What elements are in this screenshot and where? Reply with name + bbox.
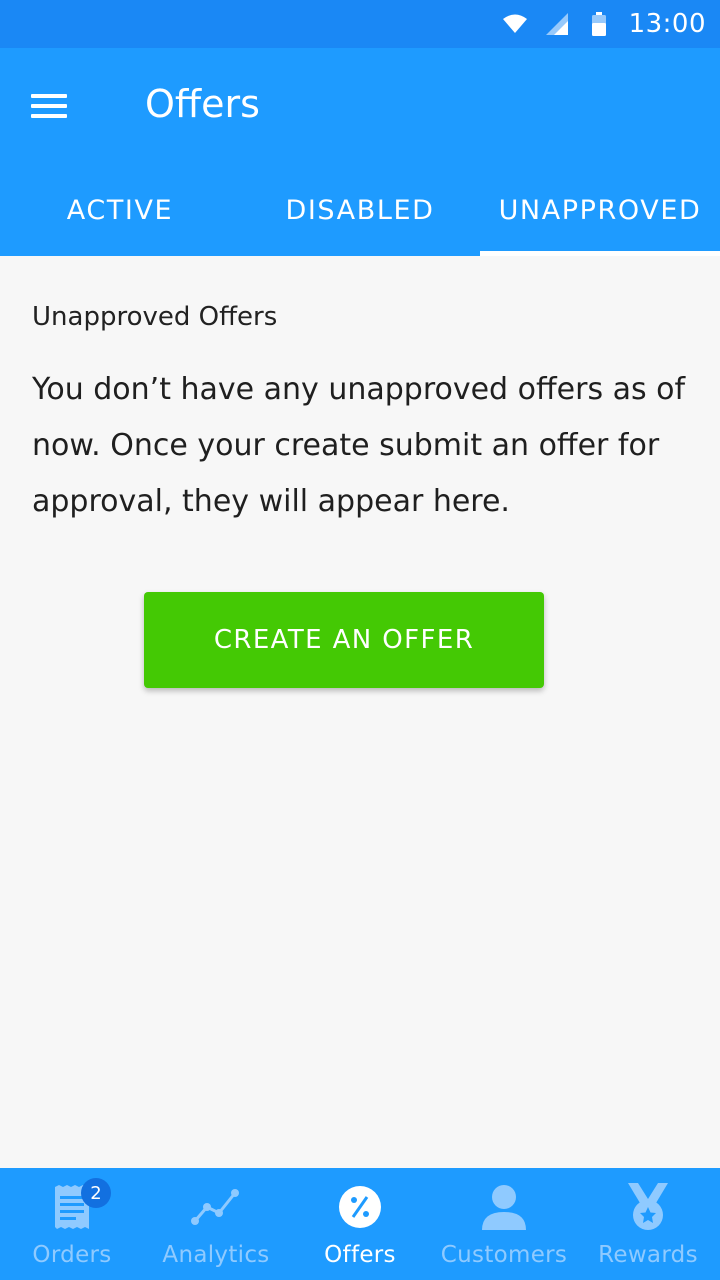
empty-state-message: You don’t have any unapproved offers as …: [32, 372, 686, 519]
battery-icon: [587, 12, 611, 36]
nav-label-rewards: Rewards: [598, 1242, 698, 1268]
nav-label-analytics: Analytics: [162, 1242, 270, 1268]
nav-item-analytics[interactable]: Analytics: [144, 1168, 288, 1280]
status-bar: 13:00: [0, 0, 720, 48]
cellular-signal-icon: [545, 12, 569, 36]
nav-item-orders[interactable]: 2 Orders: [0, 1168, 144, 1280]
nav-label-offers: Offers: [324, 1242, 396, 1268]
tab-bar: ACTIVE DISABLED UNAPPROVED: [0, 164, 720, 256]
person-icon: [479, 1182, 529, 1232]
section-heading: Unapproved Offers: [32, 302, 278, 332]
nav-label-customers: Customers: [440, 1242, 568, 1268]
app-bar: Offers: [0, 48, 720, 164]
nav-item-offers[interactable]: Offers: [288, 1168, 432, 1280]
nav-item-rewards[interactable]: Rewards: [576, 1168, 720, 1280]
nav-item-customers[interactable]: Customers: [432, 1168, 576, 1280]
wifi-icon: [502, 12, 527, 36]
menu-icon: [31, 94, 67, 118]
tab-unapproved[interactable]: UNAPPROVED: [480, 164, 720, 256]
analytics-icon: [191, 1182, 241, 1232]
content-area: Unapproved Offers You don’t have any una…: [0, 256, 720, 1168]
tab-active[interactable]: ACTIVE: [0, 164, 240, 256]
medal-icon: [623, 1182, 673, 1232]
nav-label-orders: Orders: [32, 1242, 112, 1268]
orders-badge: 2: [81, 1178, 111, 1208]
tab-disabled[interactable]: DISABLED: [240, 164, 480, 256]
offer-percent-icon: [335, 1182, 385, 1232]
page-title: Offers: [145, 82, 260, 126]
create-offer-button[interactable]: CREATE AN OFFER: [144, 592, 544, 688]
bottom-navigation: 2 Orders Analytics Offers Customers Rewa…: [0, 1168, 720, 1280]
status-time: 13:00: [628, 9, 706, 39]
receipt-icon: 2: [47, 1178, 111, 1232]
menu-button[interactable]: [0, 48, 100, 164]
